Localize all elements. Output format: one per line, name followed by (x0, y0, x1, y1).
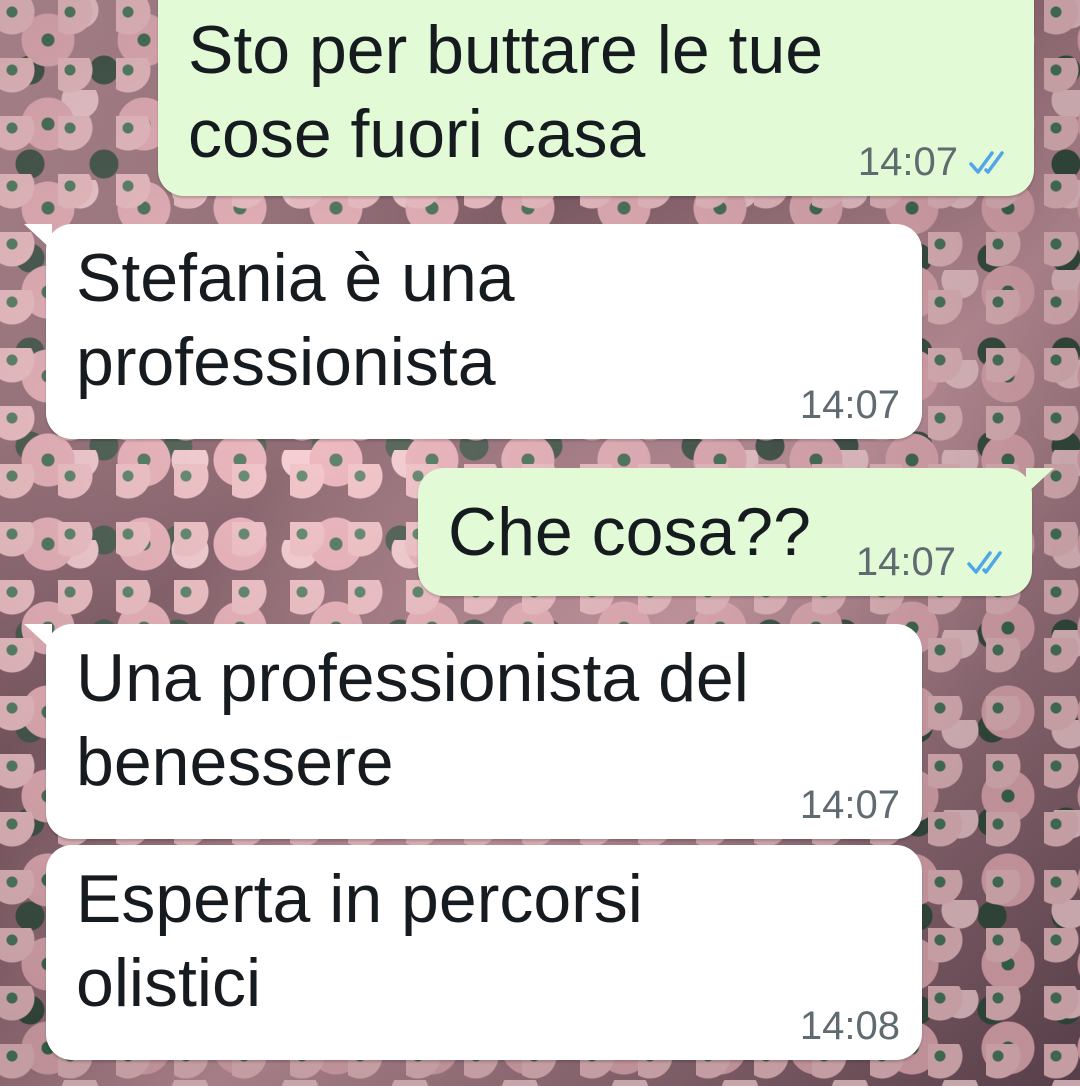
message-time: 14:07 (855, 540, 956, 584)
message-meta: 14:07 (800, 385, 900, 425)
message-time: 14:08 (799, 1004, 900, 1048)
message-time: 14:07 (857, 140, 958, 184)
double-check-icon (967, 551, 1002, 574)
message-time: 14:07 (799, 783, 900, 827)
message-bubble-incoming[interactable]: Una professionista del benessere 14:07 (24, 624, 922, 839)
message-bubble-outgoing[interactable]: Che cosa?? 14:07 (418, 468, 1054, 596)
message-meta: 14:07 (856, 542, 1010, 582)
message-text: Una professionista del benessere (76, 640, 749, 800)
message-time: 14:07 (799, 383, 900, 427)
message-bubble-outgoing[interactable]: Sto per buttare le tue cose fuori casa 1… (158, 0, 1034, 196)
message-text: Che cosa?? (448, 494, 811, 570)
message-text: Esperta in percorsi olistici (76, 861, 643, 1021)
message-text: Sto per buttare le tue cose fuori casa (188, 12, 824, 172)
message-meta: 14:07 (800, 785, 900, 825)
message-text: Stefania è una professionista (76, 240, 515, 400)
message-meta: 14:08 (800, 1006, 900, 1046)
message-bubble-incoming[interactable]: Stefania è una professionista 14:07 (24, 224, 922, 439)
message-bubble-incoming[interactable]: Esperta in percorsi olistici 14:08 (46, 845, 922, 1060)
message-meta: 14:07 (858, 142, 1012, 182)
double-check-icon (969, 151, 1004, 174)
